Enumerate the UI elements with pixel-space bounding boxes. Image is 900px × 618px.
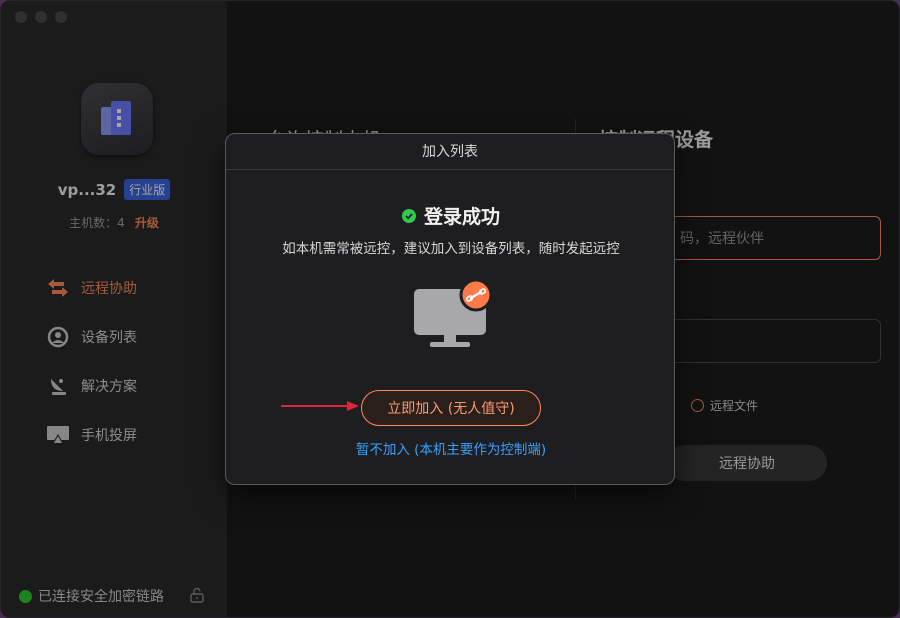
dialog-description: 如本机需常被远控，建议加入到设备列表，随时发起远控 xyxy=(282,241,620,257)
skip-join-link[interactable]: 暂不加入 (本机主要作为控制端) xyxy=(226,438,676,458)
monitor-link-icon xyxy=(412,278,496,355)
red-arrow-icon xyxy=(281,401,359,411)
join-list-dialog: 加入列表 登录成功 如本机需常被远控，建议加入到设备列表，随时发起远控 立即加入… xyxy=(225,133,675,485)
success-row: 登录成功 xyxy=(226,202,676,229)
check-circle-icon xyxy=(401,208,416,223)
success-message: 登录成功 xyxy=(423,206,500,228)
dialog-title: 加入列表 xyxy=(226,134,674,170)
join-now-button[interactable]: 立即加入 (无人值守) xyxy=(361,390,541,426)
